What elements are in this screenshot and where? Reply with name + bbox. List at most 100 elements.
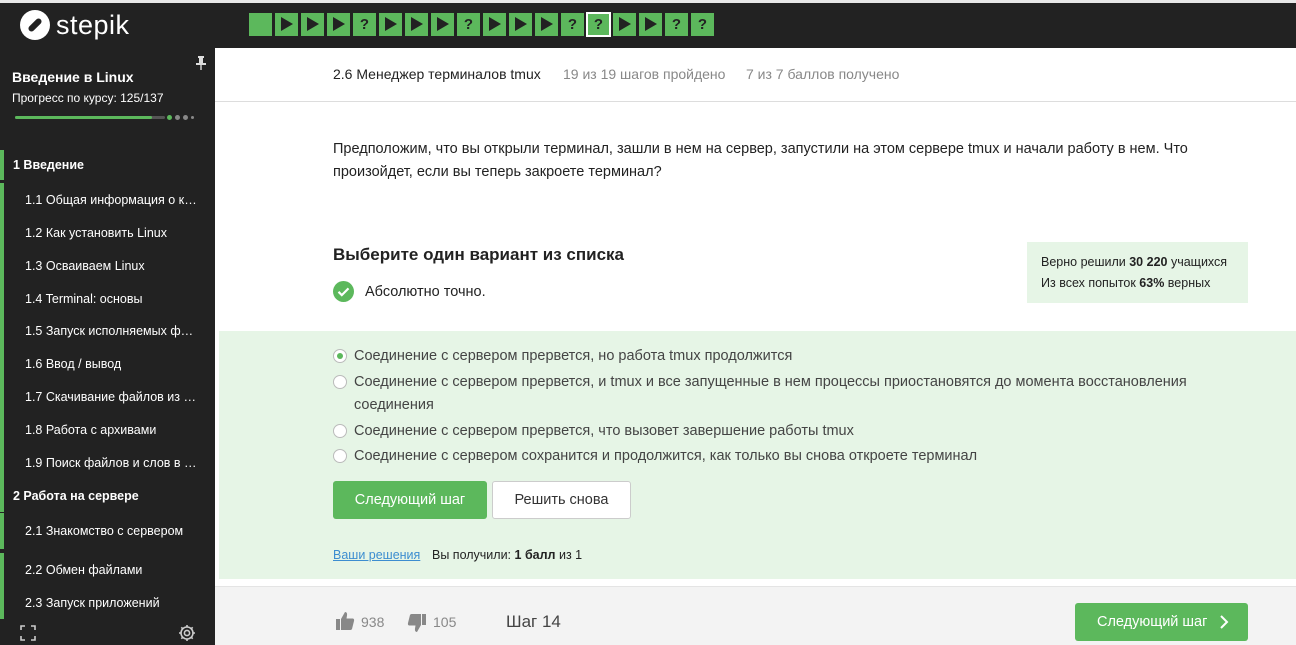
stepik-logo-icon	[20, 10, 50, 40]
stepik-logo[interactable]: stepik	[20, 10, 130, 40]
progress-dots	[167, 115, 197, 120]
answer-option[interactable]: Соединение с сервером прервется, что выз…	[333, 420, 854, 443]
score-suffix: из 1	[555, 548, 583, 562]
step-video-icon[interactable]	[379, 13, 402, 36]
step-video-icon[interactable]	[327, 13, 350, 36]
sidebar-lesson-item[interactable]: 1.4 Terminal: основы	[0, 282, 215, 315]
answer-label: Соединение с сервером прервется, что выз…	[354, 423, 854, 439]
completion-bar	[0, 314, 4, 347]
your-solutions-link[interactable]: Ваши решения	[333, 548, 420, 562]
step-quiz-icon[interactable]: ?	[353, 13, 376, 36]
radio[interactable]	[333, 375, 347, 389]
completion-bar	[0, 249, 4, 282]
sidebar-item-label: 1.2 Как установить Linux	[25, 225, 167, 240]
sidebar-item-label: 1.9 Поиск файлов и слов в файлах	[25, 455, 197, 470]
step-quiz-icon[interactable]: ?	[561, 13, 584, 36]
answer-option[interactable]: Соединение с сервером прервется, и tmux …	[333, 371, 1203, 417]
step-video-icon[interactable]	[483, 13, 506, 36]
sidebar-lesson-item[interactable]: 1.3 Осваиваем Linux	[0, 249, 215, 282]
sidebar-lesson-item[interactable]: 1.8 Работа с архивами	[0, 413, 215, 446]
step-navigation: ??????	[249, 12, 717, 37]
completion-bar	[0, 586, 4, 619]
step-video-icon[interactable]	[275, 13, 298, 36]
sidebar-lesson-item[interactable]: 2.2 Обмен файлами	[0, 553, 215, 586]
progress-dot	[175, 115, 180, 120]
solved-prefix: Верно решили	[1041, 255, 1130, 269]
sidebar-item-label: 1.8 Работа с архивами	[25, 422, 157, 437]
thumbs-down-icon[interactable]	[407, 613, 427, 633]
completion-bar	[0, 282, 4, 315]
retry-button[interactable]: Решить снова	[492, 481, 631, 519]
sidebar-lesson-item[interactable]: 1.1 Общая информация о курсе	[0, 183, 215, 216]
sidebar-lesson-item[interactable]: 1.9 Поиск файлов и слов в файлах	[0, 446, 215, 479]
radio[interactable]	[333, 449, 347, 463]
gear-icon[interactable]	[178, 624, 196, 642]
completion-bar	[0, 553, 4, 586]
answer-option[interactable]: Соединение с сервером прервется, но рабо…	[333, 345, 792, 368]
step-video-icon[interactable]	[301, 13, 324, 36]
step-video-icon[interactable]	[613, 13, 636, 36]
steps-done: 19 из 19 шагов пройдено	[563, 66, 726, 82]
step-video-icon[interactable]	[509, 13, 532, 36]
attempts-stat: Из всех попыток 63% верных	[1041, 276, 1210, 290]
sidebar-lesson-item[interactable]: 1.7 Скачивание файлов из интернета	[0, 380, 215, 413]
attempts-prefix: Из всех попыток	[1041, 276, 1140, 290]
radio-selected[interactable]	[333, 349, 347, 363]
completion-bar	[0, 347, 4, 380]
step-quiz-icon[interactable]: ?	[457, 13, 480, 36]
sidebar-item-label: 2.2 Обмен файлами	[25, 562, 143, 577]
score-value: 1 балл	[514, 548, 556, 562]
like-count: 938	[361, 614, 385, 630]
answer-label: Соединение с сервером прервется, и tmux …	[354, 374, 1187, 413]
sidebar-lesson-item[interactable]: 1.2 Как установить Linux	[0, 216, 215, 249]
sidebar-item-label: 1.1 Общая информация о курсе	[25, 192, 197, 207]
sidebar-lesson-item[interactable]: 2.1 Знакомство с сервером	[0, 513, 215, 549]
sidebar-item-label: 2.1 Знакомство с сервером	[25, 524, 184, 538]
course-progress-label: Прогресс по курсу: 125/137	[12, 91, 164, 105]
step-footer: 938 105 Шаг 14 Следующий шаг	[215, 586, 1296, 645]
completion-bar	[0, 513, 4, 549]
feedback-text: Абсолютно точно.	[365, 284, 486, 300]
lesson-header: 2.6 Менеджер терминалов tmux 19 из 19 ша…	[215, 48, 1296, 102]
course-progress-fill	[15, 116, 152, 119]
progress-dot	[183, 115, 188, 120]
course-title[interactable]: Введение в Linux	[12, 69, 134, 85]
answer-option[interactable]: Соединение с сервером сохранится и продо…	[333, 445, 977, 468]
sidebar-section[interactable]: 2 Работа на сервере	[0, 479, 215, 512]
step-quiz-icon[interactable]: ?	[665, 13, 688, 36]
points-earned: 7 из 7 баллов получено	[746, 66, 900, 82]
sidebar-item-label: 1.3 Осваиваем Linux	[25, 258, 145, 273]
step-video-icon[interactable]	[405, 13, 428, 36]
completion-bar	[0, 216, 4, 249]
top-bar: stepik ??????	[0, 0, 1296, 48]
thumbs-up-icon[interactable]	[335, 611, 355, 631]
step-video-icon[interactable]	[535, 13, 558, 36]
footer-next-step-button[interactable]: Следующий шаг	[1075, 603, 1248, 641]
solved-suffix: учащихся	[1167, 255, 1228, 269]
step-video-icon[interactable]	[639, 13, 662, 36]
step-quiz-icon[interactable]: ?	[586, 12, 611, 37]
chevron-right-icon	[1220, 615, 1229, 629]
radio[interactable]	[333, 424, 347, 438]
sidebar-lesson-item[interactable]: 2.3 Запуск приложений	[0, 586, 215, 619]
logo-text: stepik	[56, 10, 130, 40]
check-circle-icon	[333, 281, 354, 302]
fullscreen-icon[interactable]	[20, 625, 36, 641]
footer-next-label: Следующий шаг	[1097, 614, 1208, 630]
answer-label: Соединение с сервером прервется, но рабо…	[354, 348, 793, 364]
step-text-icon[interactable]	[249, 13, 272, 36]
progress-dot	[191, 116, 194, 119]
browser-rim	[0, 0, 1296, 3]
step-video-icon[interactable]	[431, 13, 454, 36]
pin-icon[interactable]	[195, 56, 207, 70]
completion-bar	[0, 479, 4, 512]
sidebar-item-label: 1.7 Скачивание файлов из интернета	[25, 389, 197, 404]
sidebar-lesson-item[interactable]: 1.6 Ввод / вывод	[0, 347, 215, 380]
sidebar-lesson-item[interactable]: 1.5 Запуск исполняемых файлов	[0, 314, 215, 347]
attempts-suffix: верных	[1164, 276, 1211, 290]
score-text: Вы получили: 1 балл из 1	[432, 548, 582, 562]
sidebar-section[interactable]: 1 Введение	[0, 150, 215, 180]
next-step-button[interactable]: Следующий шаг	[333, 481, 487, 519]
step-quiz-icon[interactable]: ?	[691, 13, 714, 36]
completion-bar	[0, 446, 4, 479]
